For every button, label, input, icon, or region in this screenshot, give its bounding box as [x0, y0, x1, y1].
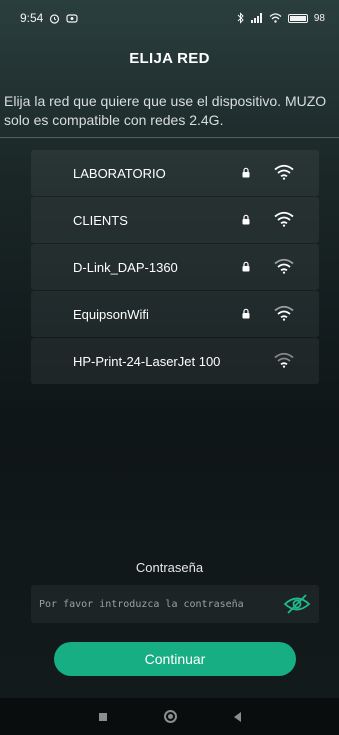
back-icon[interactable]: [233, 711, 241, 722]
bluetooth-icon: [237, 12, 244, 24]
status-time: 9:54: [20, 11, 44, 25]
navigation-bar: [0, 698, 339, 735]
wifi-icon: [274, 258, 294, 274]
network-name: CLIENTS: [73, 212, 128, 228]
home-icon[interactable]: [163, 710, 177, 723]
lock-icon: [242, 214, 250, 225]
battery-level: 98: [313, 12, 325, 24]
network-item-equipsonwifi[interactable]: EquipsonWifi: [31, 291, 319, 337]
notification-icon: [66, 13, 78, 23]
status-bar: 9:54 98: [0, 0, 339, 36]
lock-icon: [242, 308, 250, 319]
lock-icon: [242, 167, 250, 178]
password-field: [31, 585, 319, 623]
network-description: Elija la red que quiere que use el dispo…: [0, 92, 339, 138]
network-item-dlink[interactable]: D-Link_DAP-1360: [31, 244, 319, 290]
status-right: 98: [237, 12, 325, 24]
recent-apps-icon[interactable]: [98, 712, 107, 721]
network-name: D-Link_DAP-1360: [73, 259, 178, 275]
wifi-status-icon: [269, 13, 282, 23]
eye-off-icon[interactable]: [283, 593, 311, 615]
network-item-laboratorio[interactable]: LABORATORIO: [31, 150, 319, 196]
continue-button[interactable]: Continuar: [54, 642, 296, 676]
wifi-icon: [274, 305, 294, 321]
network-name: EquipsonWifi: [73, 306, 149, 322]
status-left: 9:54: [20, 11, 78, 25]
network-name: HP-Print-24-LaserJet 100: [73, 353, 221, 369]
wifi-icon: [274, 164, 294, 180]
password-input[interactable]: [31, 586, 275, 622]
wifi-icon: [274, 352, 294, 368]
page-title: ELIJA RED: [129, 49, 210, 67]
signal-icon: [250, 13, 262, 23]
alarm-icon: [50, 13, 60, 24]
battery-icon: [287, 13, 308, 23]
network-name: LABORATORIO: [73, 165, 166, 181]
network-item-clients[interactable]: CLIENTS: [31, 197, 319, 243]
password-label: Contraseña: [135, 560, 204, 575]
network-list: LABORATORIO CLIENTS D-Link_DAP-1360 Equi…: [31, 150, 319, 385]
wifi-icon: [274, 211, 294, 227]
network-item-hp-print[interactable]: HP-Print-24-LaserJet 100: [31, 338, 319, 384]
lock-icon: [242, 261, 250, 272]
